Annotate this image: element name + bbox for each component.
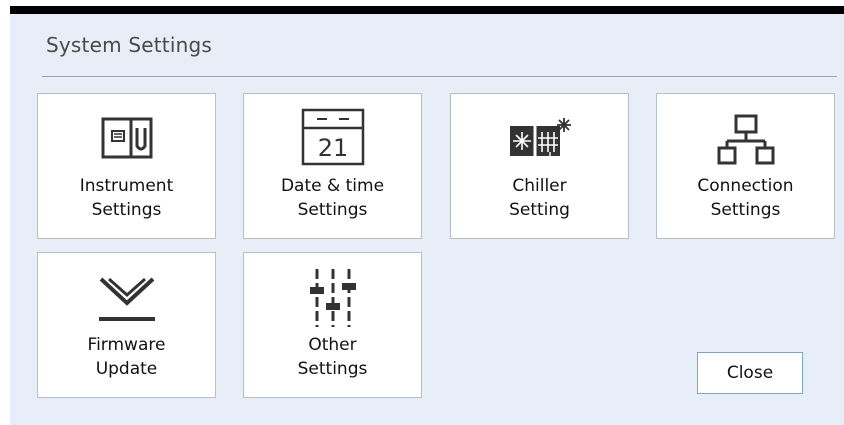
tile-label-line1: Other xyxy=(308,335,357,355)
tile-label-line2: Settings xyxy=(297,359,368,379)
page-title: System Settings xyxy=(46,33,212,57)
connection-settings-tile[interactable]: Connection Settings xyxy=(656,93,835,239)
tile-label-line1: Connection xyxy=(697,176,794,196)
close-button[interactable]: Close xyxy=(697,352,803,394)
firmware-download-icon xyxy=(98,277,155,321)
calendar-day-text: 21 xyxy=(317,134,348,162)
chiller-icon xyxy=(509,118,571,162)
network-icon xyxy=(717,114,774,165)
tile-label-line2: Settings xyxy=(91,200,162,220)
tile-label-line1: Instrument xyxy=(79,176,174,196)
tile-label-line1: Date & time xyxy=(280,176,385,196)
date-time-settings-tile[interactable]: 21 Date & time Settings xyxy=(243,93,422,239)
chiller-setting-tile[interactable]: Chiller Setting xyxy=(450,93,629,239)
title-divider xyxy=(42,76,837,77)
tile-label-line2: Settings xyxy=(297,200,368,220)
instrument-icon xyxy=(101,117,152,159)
tile-label-line2: Settings xyxy=(710,200,781,220)
tile-label-line2: Setting xyxy=(509,200,570,220)
tile-label-line1: Chiller xyxy=(512,176,567,196)
tile-label-line2: Update xyxy=(95,359,158,379)
top-bar xyxy=(10,6,844,14)
tile-label-line1: Firmware xyxy=(87,335,166,355)
instrument-settings-tile[interactable]: Instrument Settings xyxy=(37,93,216,239)
calendar-icon: 21 xyxy=(301,108,364,166)
sliders-icon xyxy=(309,269,356,327)
other-settings-tile[interactable]: Other Settings xyxy=(243,252,422,398)
firmware-update-tile[interactable]: Firmware Update xyxy=(37,252,216,398)
